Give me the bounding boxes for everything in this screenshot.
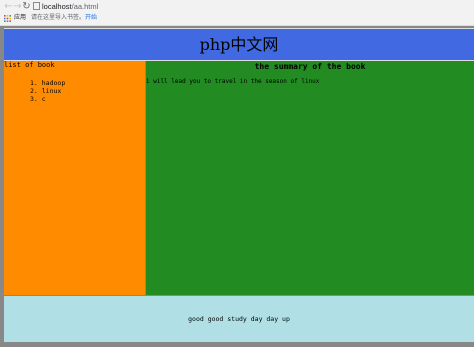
summary-section: the summary of the book i will lead you … (146, 61, 474, 295)
book-list-section: list of book 1. hadoop 2. linux 3. c (4, 61, 145, 295)
list-item-number: 3. (30, 95, 38, 103)
summary-text: i will lead you to travel in the season … (146, 78, 320, 85)
footer-text: good good study day day up (188, 315, 290, 323)
book-list-title: list of book (4, 61, 55, 69)
page-viewport: php中文网 list of book 1. hadoop 2. linux 3… (0, 26, 474, 347)
navigation-bar: ← → ↻ localhost/aa.html (0, 0, 474, 13)
start-link[interactable]: 开始 (85, 13, 97, 24)
footer-section: good good study day day up (4, 296, 474, 342)
page-info-icon[interactable] (33, 2, 40, 10)
address-bar[interactable]: localhost/aa.html (42, 1, 98, 12)
apps-label[interactable]: 应用 (14, 13, 26, 24)
header-section: php中文网 (4, 28, 474, 61)
apps-grid-icon[interactable] (4, 15, 11, 22)
bookmarks-bar: 应用 请在这里导入书签。 开始 (0, 13, 474, 24)
list-item-number: 1. (30, 79, 38, 87)
import-bookmarks-text: 请在这里导入书签。 (31, 15, 86, 21)
list-item: 2. linux (30, 87, 65, 95)
browser-chrome: ← → ↻ localhost/aa.html 应用 请在这里导入书签。 开始 (0, 0, 474, 26)
reload-icon[interactable]: ↻ (21, 1, 32, 12)
list-item-label: linux (41, 87, 62, 95)
page-title: php中文网 (199, 35, 279, 54)
list-item-number: 2. (30, 87, 38, 95)
book-list: 1. hadoop 2. linux 3. c (30, 79, 65, 103)
summary-title: the summary of the book (254, 62, 366, 71)
list-item-label: hadoop (41, 79, 66, 87)
list-item-label: c (41, 95, 46, 103)
url-host: localhost (42, 2, 72, 11)
url-path: /aa.html (71, 2, 99, 11)
list-item: 3. c (30, 95, 65, 103)
list-item: 1. hadoop (30, 79, 65, 87)
